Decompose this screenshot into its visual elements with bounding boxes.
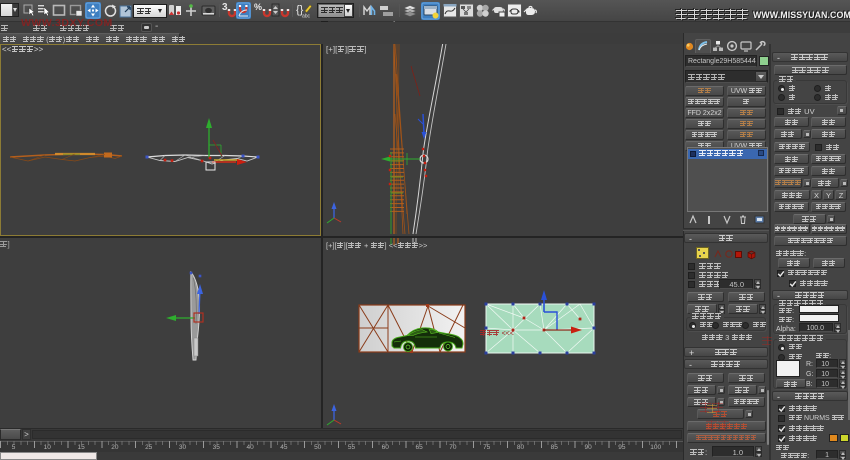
svg-text:abc: abc (302, 14, 311, 19)
